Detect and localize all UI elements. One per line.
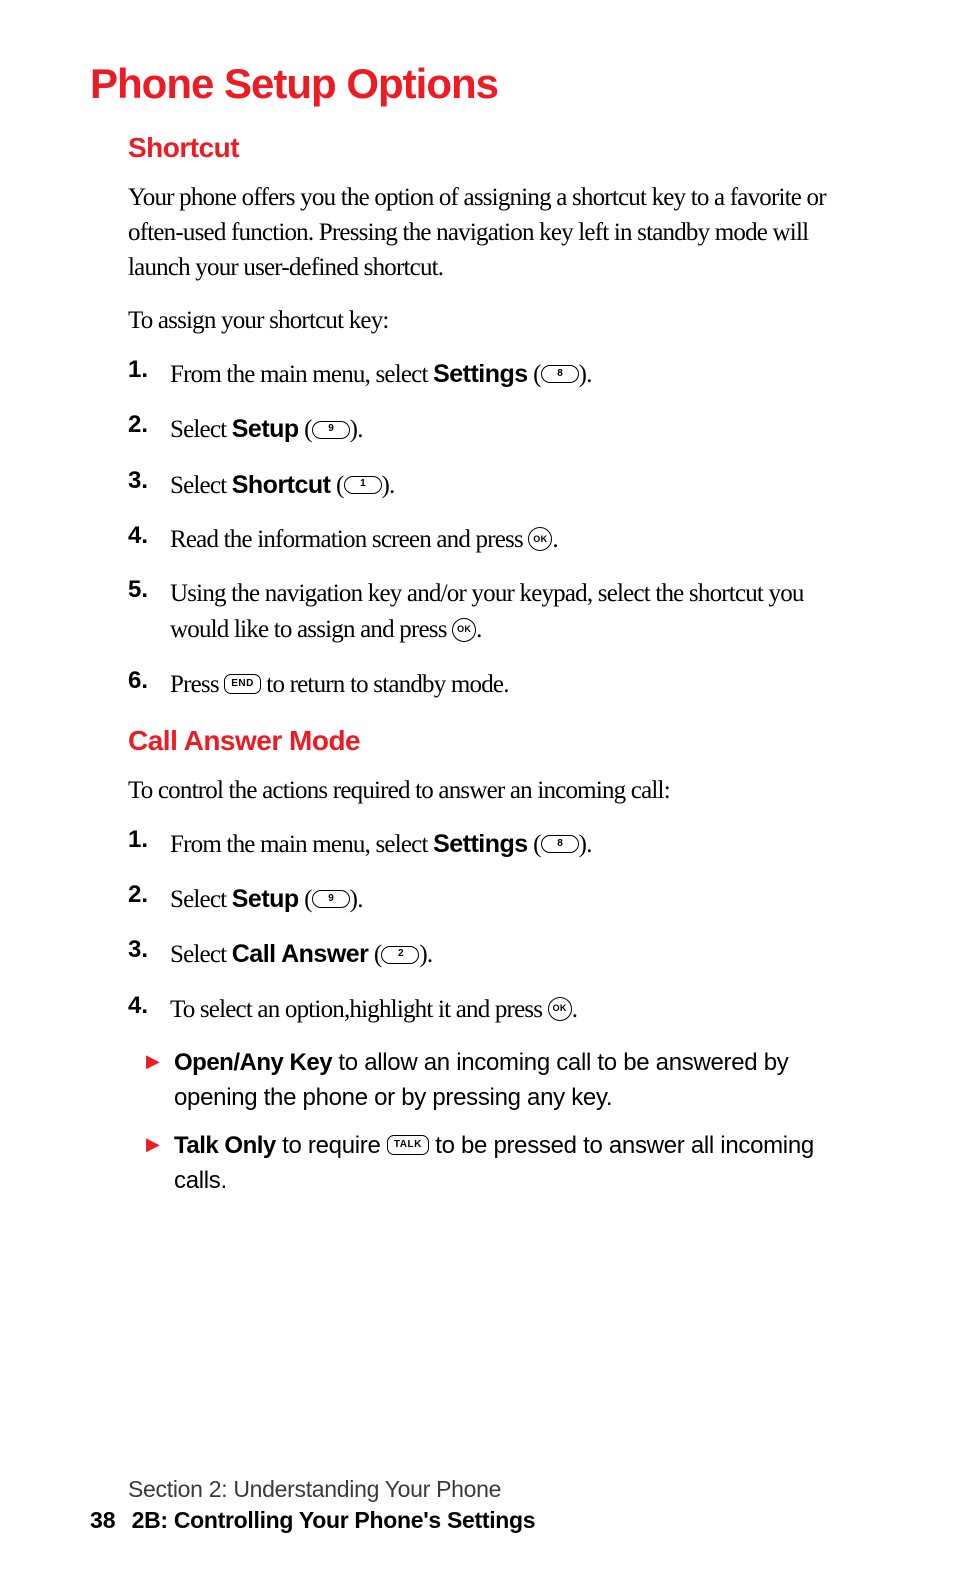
step-item: 3. Select Shortcut (1).: [128, 467, 864, 504]
bold-label: Talk Only: [174, 1132, 276, 1159]
step-text: Read the information screen and press OK…: [170, 522, 558, 558]
call-answer-options: ▶ Open/Any Key to allow an incoming call…: [146, 1046, 864, 1199]
bold-label: Setup: [232, 415, 299, 443]
step-item: 4. To select an option,highlight it and …: [128, 992, 864, 1028]
step-item: 3. Select Call Answer (2).: [128, 936, 864, 973]
key-ok-icon: OK: [452, 618, 476, 642]
step-number: 4.: [128, 992, 170, 1020]
step-number: 3.: [128, 936, 170, 964]
page-title: Phone Setup Options: [90, 60, 864, 108]
step-text: To select an option,highlight it and pre…: [170, 992, 577, 1028]
key-ok-icon: OK: [548, 997, 572, 1021]
text: Using the navigation key and/or your key…: [170, 580, 804, 643]
list-item: ▶ Open/Any Key to allow an incoming call…: [146, 1046, 864, 1116]
triangle-icon: ▶: [146, 1046, 174, 1072]
chapter-label: 2B: Controlling Your Phone's Settings: [132, 1507, 536, 1533]
step-text: From the main menu, select Settings (8).: [170, 826, 592, 863]
text: Press: [170, 671, 224, 698]
list-item: ▶ Talk Only to require TALK to be presse…: [146, 1129, 864, 1199]
text: (: [299, 886, 312, 913]
step-number: 3.: [128, 467, 170, 495]
triangle-icon: ▶: [146, 1129, 174, 1155]
step-text: Select Call Answer (2).: [170, 936, 432, 973]
text: Read the information screen and press: [170, 526, 528, 553]
step-item: 1. From the main menu, select Settings (…: [128, 826, 864, 863]
manual-page: Phone Setup Options Shortcut Your phone …: [0, 0, 954, 1590]
text: ).: [350, 886, 363, 913]
bullet-text: Open/Any Key to allow an incoming call t…: [174, 1046, 864, 1116]
text: Select: [170, 416, 232, 443]
text: ).: [350, 416, 363, 443]
text: Select: [170, 886, 232, 913]
step-text: Select Shortcut (1).: [170, 467, 394, 504]
bold-label: Shortcut: [232, 471, 331, 499]
text: (: [368, 941, 381, 968]
bold-label: Call Answer: [232, 940, 369, 968]
text: (: [528, 831, 541, 858]
step-item: 2. Select Setup (9).: [128, 411, 864, 448]
key-8-icon: 8: [541, 365, 579, 383]
text: Select: [170, 941, 232, 968]
shortcut-intro: Your phone offers you the option of assi…: [128, 180, 864, 285]
step-item: 2. Select Setup (9).: [128, 881, 864, 918]
step-item: 6. Press END to return to standby mode.: [128, 667, 864, 703]
shortcut-lead: To assign your shortcut key:: [128, 303, 864, 338]
step-text: From the main menu, select Settings (8).: [170, 356, 592, 393]
section-label: Section 2: Understanding Your Phone: [128, 1476, 864, 1503]
text: to return to standby mode.: [261, 671, 509, 698]
section-heading-call-answer: Call Answer Mode: [128, 725, 864, 757]
bold-label: Settings: [433, 360, 528, 388]
page-footer: Section 2: Understanding Your Phone 38 2B…: [90, 1476, 864, 1534]
step-number: 2.: [128, 411, 170, 439]
shortcut-steps: 1. From the main menu, select Settings (…: [128, 356, 864, 703]
key-talk-icon: TALK: [387, 1135, 429, 1155]
step-number: 1.: [128, 356, 170, 384]
step-number: 1.: [128, 826, 170, 854]
text: (: [528, 361, 541, 388]
step-item: 4. Read the information screen and press…: [128, 522, 864, 558]
text: ).: [579, 361, 592, 388]
step-text: Select Setup (9).: [170, 411, 363, 448]
key-2-icon: 2: [381, 946, 419, 964]
section-heading-shortcut: Shortcut: [128, 132, 864, 164]
step-number: 5.: [128, 576, 170, 604]
text: To select an option,highlight it and pre…: [170, 996, 548, 1023]
bold-label: Open/Any Key: [174, 1049, 332, 1076]
call-answer-lead: To control the actions required to answe…: [128, 773, 864, 808]
text: From the main menu, select: [170, 831, 433, 858]
step-text: Press END to return to standby mode.: [170, 667, 509, 703]
bold-label: Setup: [232, 885, 299, 913]
step-item: 5. Using the navigation key and/or your …: [128, 576, 864, 649]
text: (: [299, 416, 312, 443]
step-item: 1. From the main menu, select Settings (…: [128, 356, 864, 393]
step-number: 2.: [128, 881, 170, 909]
call-answer-steps: 1. From the main menu, select Settings (…: [128, 826, 864, 1028]
step-number: 6.: [128, 667, 170, 695]
text: (: [331, 472, 344, 499]
step-text: Using the navigation key and/or your key…: [170, 576, 864, 649]
text: .: [476, 616, 481, 643]
text: ).: [419, 941, 432, 968]
step-number: 4.: [128, 522, 170, 550]
page-number: 38: [90, 1507, 116, 1533]
key-9-icon: 9: [312, 421, 350, 439]
bold-label: Settings: [433, 830, 528, 858]
bullet-text: Talk Only to require TALK to be pressed …: [174, 1129, 864, 1199]
text: ).: [579, 831, 592, 858]
key-end-icon: END: [224, 674, 261, 694]
key-ok-icon: OK: [528, 527, 552, 551]
step-text: Select Setup (9).: [170, 881, 363, 918]
key-8-icon: 8: [541, 835, 579, 853]
text: .: [572, 996, 577, 1023]
text: From the main menu, select: [170, 361, 433, 388]
key-9-icon: 9: [312, 890, 350, 908]
text: to require: [276, 1132, 387, 1159]
text: Select: [170, 472, 232, 499]
key-1-icon: 1: [344, 476, 382, 494]
text: .: [552, 526, 557, 553]
text: ).: [382, 472, 395, 499]
